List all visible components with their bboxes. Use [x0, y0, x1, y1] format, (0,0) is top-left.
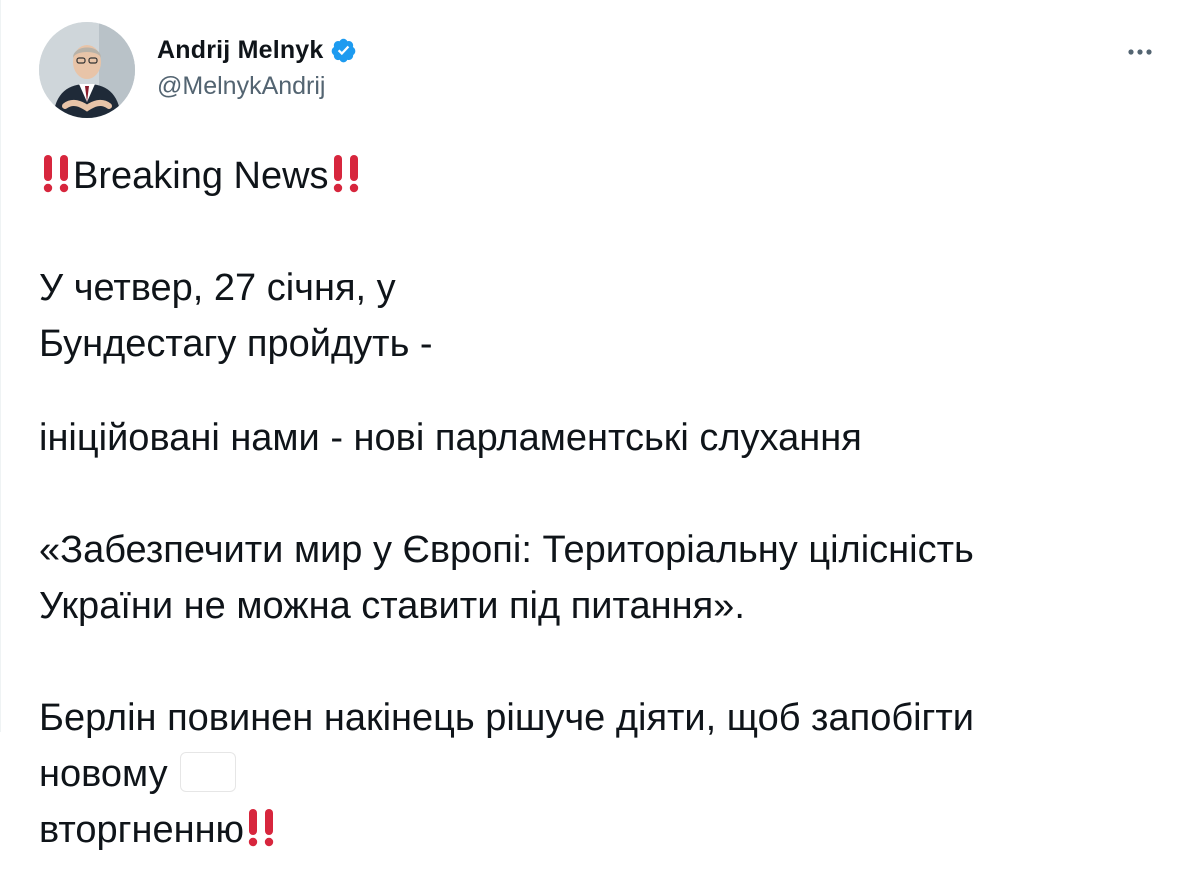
paragraph-1-line-1: У четвер, 27 січня, у — [39, 260, 1179, 316]
double-exclamation-icon — [248, 809, 274, 847]
profile-photo-icon — [39, 22, 135, 118]
author-display-name[interactable]: Andrij Melnyk — [157, 36, 324, 65]
more-options-button[interactable] — [1120, 32, 1160, 72]
author-block: Andrij Melnyk @MelnykAndrij — [157, 34, 357, 101]
tweet-header: Andrij Melnyk @MelnykAndrij — [39, 22, 1170, 122]
paragraph-2-line-1: «Забезпечити мир у Європі: Територіальну… — [39, 529, 974, 571]
p1-text-after-flag: Бундестагу пройдуть - — [39, 323, 433, 365]
paragraph-3-line-2: новому — [39, 746, 1179, 802]
p1-text-before-flag: У четвер, 27 січня, у — [39, 267, 407, 309]
headline-text: Breaking News — [73, 155, 329, 197]
author-handle[interactable]: @MelnykAndrij — [157, 72, 357, 101]
double-exclamation-icon — [43, 155, 69, 193]
verified-badge-icon — [331, 38, 355, 62]
more-horizontal-icon — [1128, 49, 1152, 55]
headline-line: Breaking News — [39, 148, 1179, 204]
tweet-text: Breaking News У четвер, 27 січня, у Бунд… — [39, 148, 1179, 896]
avatar[interactable] — [39, 22, 135, 118]
paragraph-2-line-2: України не можна ставити під питання». — [39, 585, 745, 627]
p3-text-before-flag: новому — [39, 753, 179, 795]
double-exclamation-icon — [333, 155, 358, 193]
russia-flag-icon — [180, 752, 236, 792]
paragraph-1-line-2: ініційовані нами - нові парламентські сл… — [39, 417, 862, 459]
display-name-row: Andrij Melnyk — [157, 34, 357, 66]
p3-text-after-flag: вторгненню — [39, 809, 245, 851]
germany-flag-icon — [408, 266, 464, 306]
tweet-card: Andrij Melnyk @MelnykAndrij Breaking New… — [0, 0, 1200, 851]
paragraph-3-line-1: Берлін повинен накінець рішуче діяти, що… — [39, 697, 975, 739]
